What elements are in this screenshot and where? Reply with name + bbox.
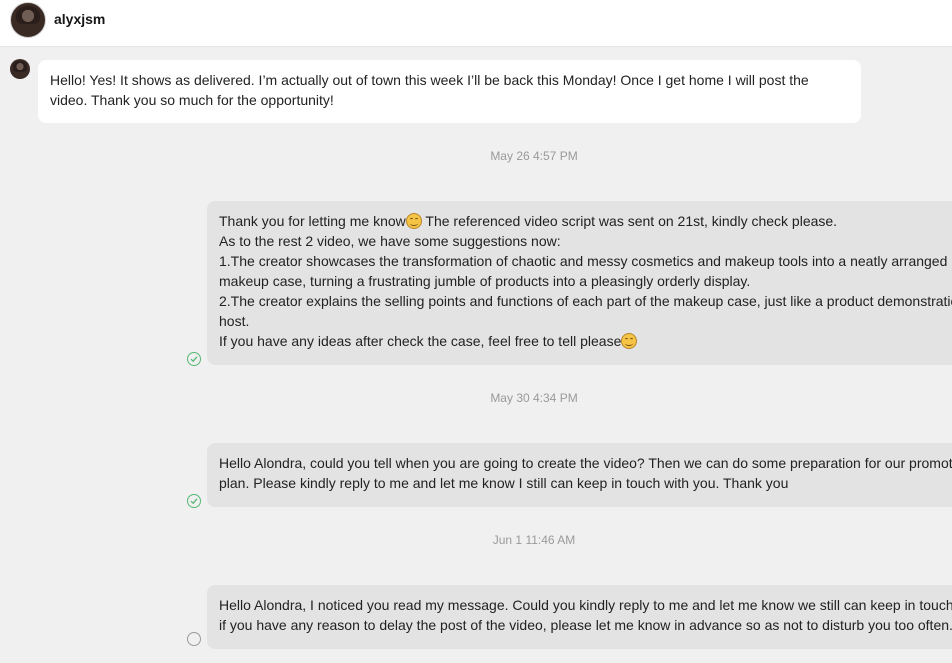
- read-check-icon: [187, 352, 201, 366]
- message-line: host.: [219, 313, 250, 329]
- outgoing-message: Hello Alondra, could you tell when you a…: [207, 443, 952, 507]
- message-line: If you have any ideas after check the ca…: [219, 331, 952, 351]
- outgoing-message: Hello Alondra, I noticed you read my mes…: [207, 585, 952, 649]
- message-line: video. Thank you so much for the opportu…: [50, 92, 334, 108]
- timestamp: May 26 4:57 PM: [490, 149, 578, 163]
- message-line: Hello! Yes! It shows as delivered. I’m a…: [50, 72, 809, 88]
- message-line: makeup case, turning a frustrating jumbl…: [219, 273, 751, 289]
- timestamp: May 30 4:34 PM: [490, 391, 578, 405]
- incoming-message: Hello! Yes! It shows as delivered. I’m a…: [38, 60, 861, 123]
- smile-emoji-icon: [621, 333, 638, 349]
- message-line: As to the rest 2 video, we have some sug…: [219, 233, 561, 249]
- chat-header: alyxjsm: [0, 0, 952, 47]
- sent-status-icon: [187, 632, 201, 646]
- message-line: Hello Alondra, could you tell when you a…: [219, 455, 952, 471]
- timestamp: Jun 1 11:46 AM: [492, 533, 576, 547]
- sender-avatar[interactable]: [10, 59, 30, 79]
- avatar[interactable]: [10, 2, 46, 38]
- smile-emoji-icon: [405, 213, 422, 229]
- message-line: 2.The creator explains the selling point…: [219, 293, 952, 309]
- message-line: if you have any reason to delay the post…: [219, 617, 952, 633]
- read-check-icon: [187, 494, 201, 508]
- outgoing-message: Thank you for letting me know The refere…: [207, 201, 952, 365]
- message-line: Hello Alondra, I noticed you read my mes…: [219, 597, 952, 613]
- message-line: Thank you for letting me know The refere…: [219, 213, 838, 229]
- message-line: plan. Please kindly reply to me and let …: [219, 475, 789, 491]
- message-line: 1.The creator showcases the transformati…: [219, 253, 948, 269]
- username[interactable]: alyxjsm: [54, 11, 105, 27]
